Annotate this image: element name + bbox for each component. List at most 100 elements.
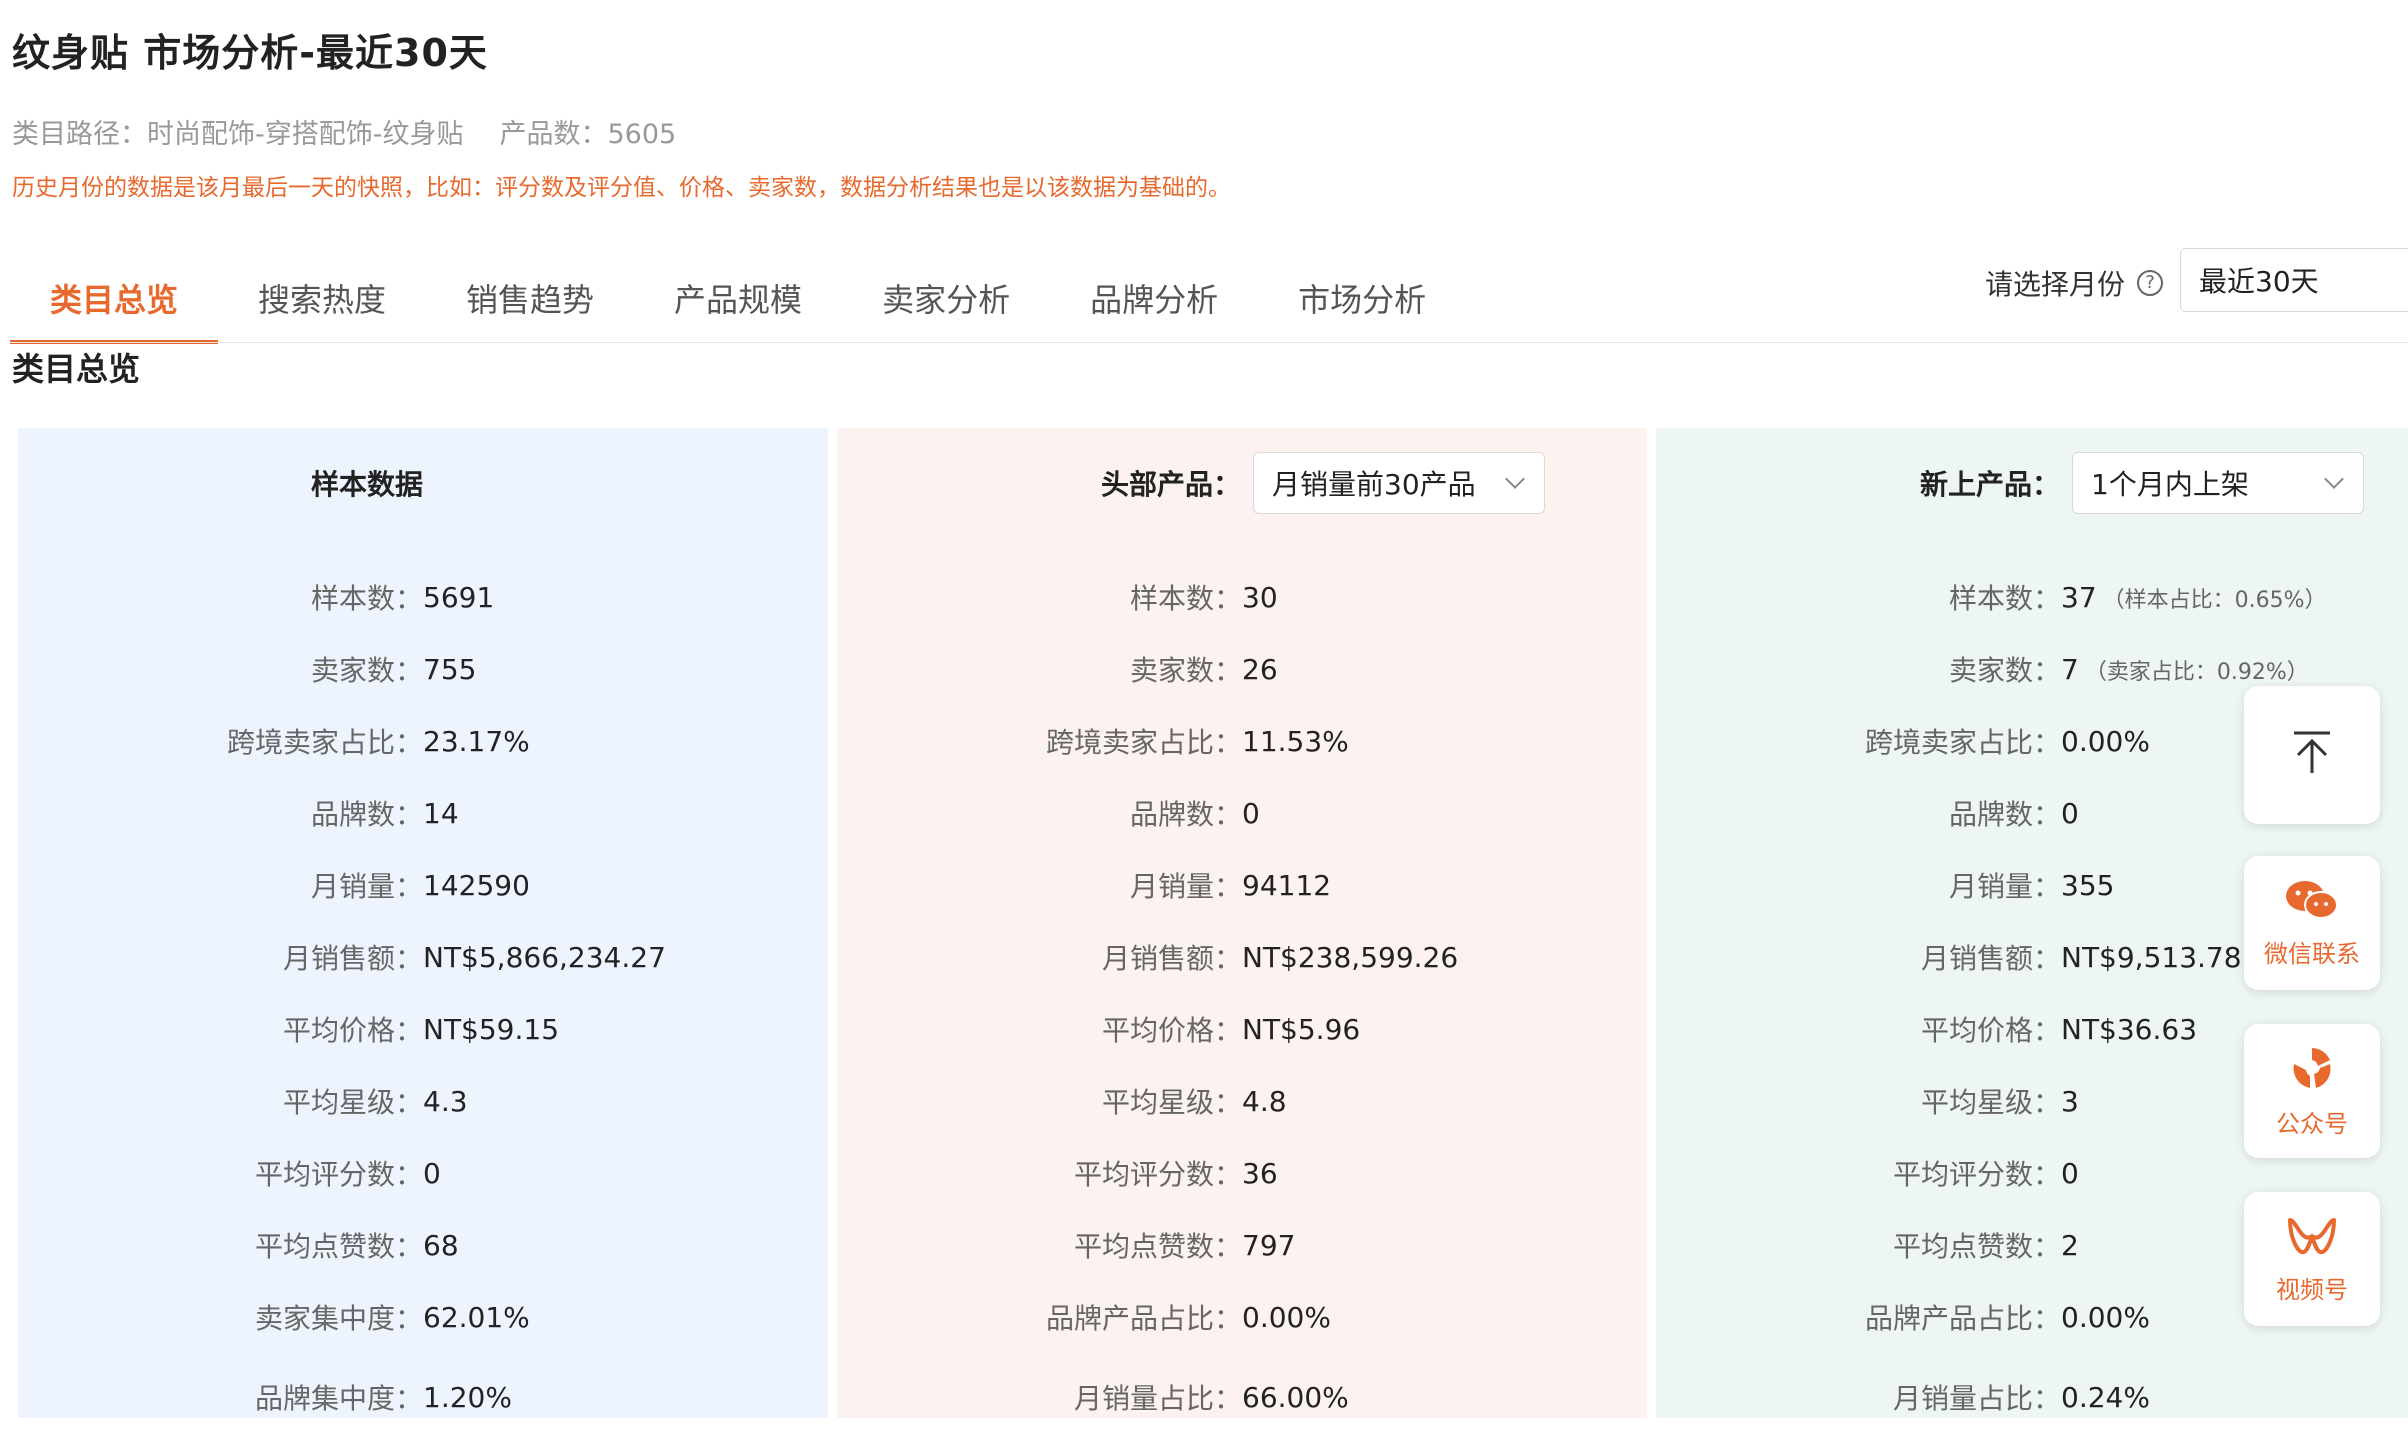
- top-stat-value-text: 0: [1242, 796, 1260, 830]
- top-stat-label: 月销量：: [1129, 870, 1242, 903]
- official-account-icon: [2288, 1044, 2336, 1096]
- new-stat-row: 月销量占比： 0.24%: [1656, 1377, 2408, 1417]
- new-stat-row: 平均评分数： 0: [1656, 1153, 2408, 1193]
- section-title: 类目总览: [12, 350, 141, 388]
- sample-data-title: 样本数据: [311, 468, 424, 501]
- top-stat-value-text: 66.00%: [1242, 1380, 1349, 1414]
- sample-stat-label: 样本数：: [310, 582, 423, 615]
- new-stat-value: 0.00%: [2061, 1301, 2150, 1334]
- top-stat-label: 跨境卖家占比：: [1045, 726, 1242, 759]
- sample-stat-value: NT$59.15: [423, 1013, 559, 1046]
- back-to-top-button[interactable]: [2244, 686, 2380, 824]
- top-stat-value: 66.00%: [1242, 1381, 1349, 1414]
- sample-stat-label: 月销售额：: [282, 942, 423, 975]
- tab-search-heat[interactable]: 搜索热度: [218, 252, 426, 344]
- tab-divider: [10, 342, 2408, 343]
- top-products-panel: 头部产品： 月销量前30产品 样本数： 30 卖家数： 26 跨境卖家占比： 11.53%…: [837, 428, 1647, 1418]
- new-stat-row: 样本数： 37 （样本占比：0.65%）: [1656, 577, 2408, 617]
- sample-stat-label: 平均评分数：: [254, 1158, 423, 1191]
- tab-sales-trend[interactable]: 销售趋势: [426, 252, 634, 344]
- top-stat-row: 月销量： 94112: [837, 865, 1647, 905]
- top-stat-value-text: 4.8: [1242, 1084, 1287, 1118]
- top-stat-value-text: 797: [1242, 1228, 1296, 1262]
- tab-market-analysis[interactable]: 市场分析: [1258, 252, 1466, 344]
- top-stat-value-text: NT$238,599.26: [1242, 940, 1459, 974]
- new-products-dropdown[interactable]: 1个月内上架: [2072, 452, 2365, 514]
- tab-brand-analysis[interactable]: 品牌分析: [1050, 252, 1258, 344]
- new-stat-value: NT$36.63: [2061, 1013, 2197, 1046]
- wechat-contact-button[interactable]: 微信联系: [2244, 856, 2380, 990]
- new-stat-value-text: 2: [2061, 1228, 2079, 1262]
- new-stat-value: 0: [2061, 1157, 2079, 1190]
- category-path: 时尚配饰-穿搭配饰-纹身贴: [147, 119, 464, 150]
- sample-stat-row: 品牌集中度： 1.20%: [18, 1377, 828, 1417]
- top-stat-row: 平均点赞数： 797: [837, 1225, 1647, 1265]
- question-circle-icon[interactable]: ?: [2137, 270, 2164, 296]
- new-stat-value-text: 0.00%: [2061, 724, 2150, 758]
- new-stat-value: 355: [2061, 869, 2114, 902]
- page-title: 纹身贴 市场分析-最近30天: [12, 31, 488, 75]
- sample-stat-value: 0: [423, 1157, 441, 1190]
- top-stat-label: 平均价格：: [1101, 1014, 1242, 1047]
- sample-stat-value-text: 62.01%: [423, 1300, 530, 1334]
- new-products-header: 新上产品： 1个月内上架: [1920, 452, 2365, 514]
- new-products-title: 新上产品：: [1920, 468, 2061, 501]
- top-stat-label: 月销售额：: [1101, 942, 1242, 975]
- new-products-dropdown-value: 1个月内上架: [2091, 468, 2249, 501]
- top-stat-row: 平均星级： 4.8: [837, 1081, 1647, 1121]
- top-stat-row: 月销量占比： 66.00%: [837, 1377, 1647, 1417]
- sample-stat-value-text: 14: [423, 796, 459, 830]
- top-stat-value-text: 94112: [1242, 868, 1332, 902]
- tab-product-scale[interactable]: 产品规模: [634, 252, 842, 344]
- sample-stat-value-text: 5691: [423, 580, 495, 614]
- chevron-down-icon: [1505, 469, 1525, 489]
- month-select-value: 最近30天: [2199, 265, 2319, 298]
- tab-seller-analysis[interactable]: 卖家分析: [842, 252, 1050, 344]
- category-path-label: 类目路径：: [12, 119, 147, 150]
- sample-stat-value-text: 23.17%: [423, 724, 530, 758]
- new-stat-value-text: 355: [2061, 868, 2115, 902]
- top-stat-value: 4.8: [1242, 1085, 1287, 1118]
- sample-stat-row: 月销量： 142590: [18, 865, 828, 905]
- top-stat-value-text: 30: [1242, 580, 1278, 614]
- sample-stat-value: 142590: [423, 869, 530, 902]
- sample-stat-row: 卖家数： 755: [18, 649, 828, 689]
- tab-category-overview[interactable]: 类目总览: [10, 252, 219, 344]
- top-stat-value-text: 26: [1242, 652, 1278, 686]
- sample-stat-label: 品牌数：: [310, 798, 423, 831]
- month-picker-label: 请选择月份 ?: [1985, 263, 2164, 303]
- wechat-icon: [2284, 878, 2340, 926]
- sample-stat-value-text: 0: [423, 1156, 441, 1190]
- official-account-button[interactable]: 公众号: [2244, 1024, 2380, 1158]
- top-products-dropdown[interactable]: 月销量前30产品: [1253, 452, 1546, 514]
- sample-stat-value-text: 755: [423, 652, 477, 686]
- sample-stat-row: 平均评分数： 0: [18, 1153, 828, 1193]
- new-stat-label: 月销售额：: [1920, 942, 2061, 975]
- new-stat-value: 7 （卖家占比：0.92%）: [2061, 653, 2309, 686]
- month-select[interactable]: 最近30天: [2180, 248, 2408, 312]
- video-channel-button[interactable]: 视频号: [2244, 1192, 2380, 1326]
- new-stat-label: 卖家数：: [1948, 654, 2061, 687]
- new-stat-row: 卖家数： 7 （卖家占比：0.92%）: [1656, 649, 2408, 689]
- arrow-to-top-icon: [2290, 729, 2334, 781]
- sample-stat-row: 卖家集中度： 62.01%: [18, 1297, 828, 1337]
- sample-stat-label: 平均点赞数：: [254, 1230, 423, 1263]
- new-stat-value: 0.24%: [2061, 1381, 2150, 1414]
- new-stat-label: 平均点赞数：: [1892, 1230, 2061, 1263]
- sample-stat-value-text: 68: [423, 1228, 459, 1262]
- top-stat-label: 月销量占比：: [1073, 1382, 1242, 1415]
- top-stat-value: 797: [1242, 1229, 1295, 1262]
- sample-stat-label: 平均星级：: [282, 1086, 423, 1119]
- top-stat-label: 样本数：: [1129, 582, 1242, 615]
- top-stat-value: NT$5.96: [1242, 1013, 1360, 1046]
- sample-stat-row: 样本数： 5691: [18, 577, 828, 617]
- top-stat-label: 卖家数：: [1129, 654, 1242, 687]
- month-label-text: 请选择月份: [1985, 268, 2126, 301]
- sample-stat-value: 5691: [423, 581, 494, 614]
- top-stat-value-text: NT$5.96: [1242, 1012, 1361, 1046]
- sample-stat-value: 23.17%: [423, 725, 530, 758]
- sample-stat-row: 平均点赞数： 68: [18, 1225, 828, 1265]
- top-products-dropdown-value: 月销量前30产品: [1272, 468, 1476, 501]
- sample-stat-value: 14: [423, 797, 459, 830]
- new-stat-value-text: NT$9,513.78: [2061, 940, 2242, 974]
